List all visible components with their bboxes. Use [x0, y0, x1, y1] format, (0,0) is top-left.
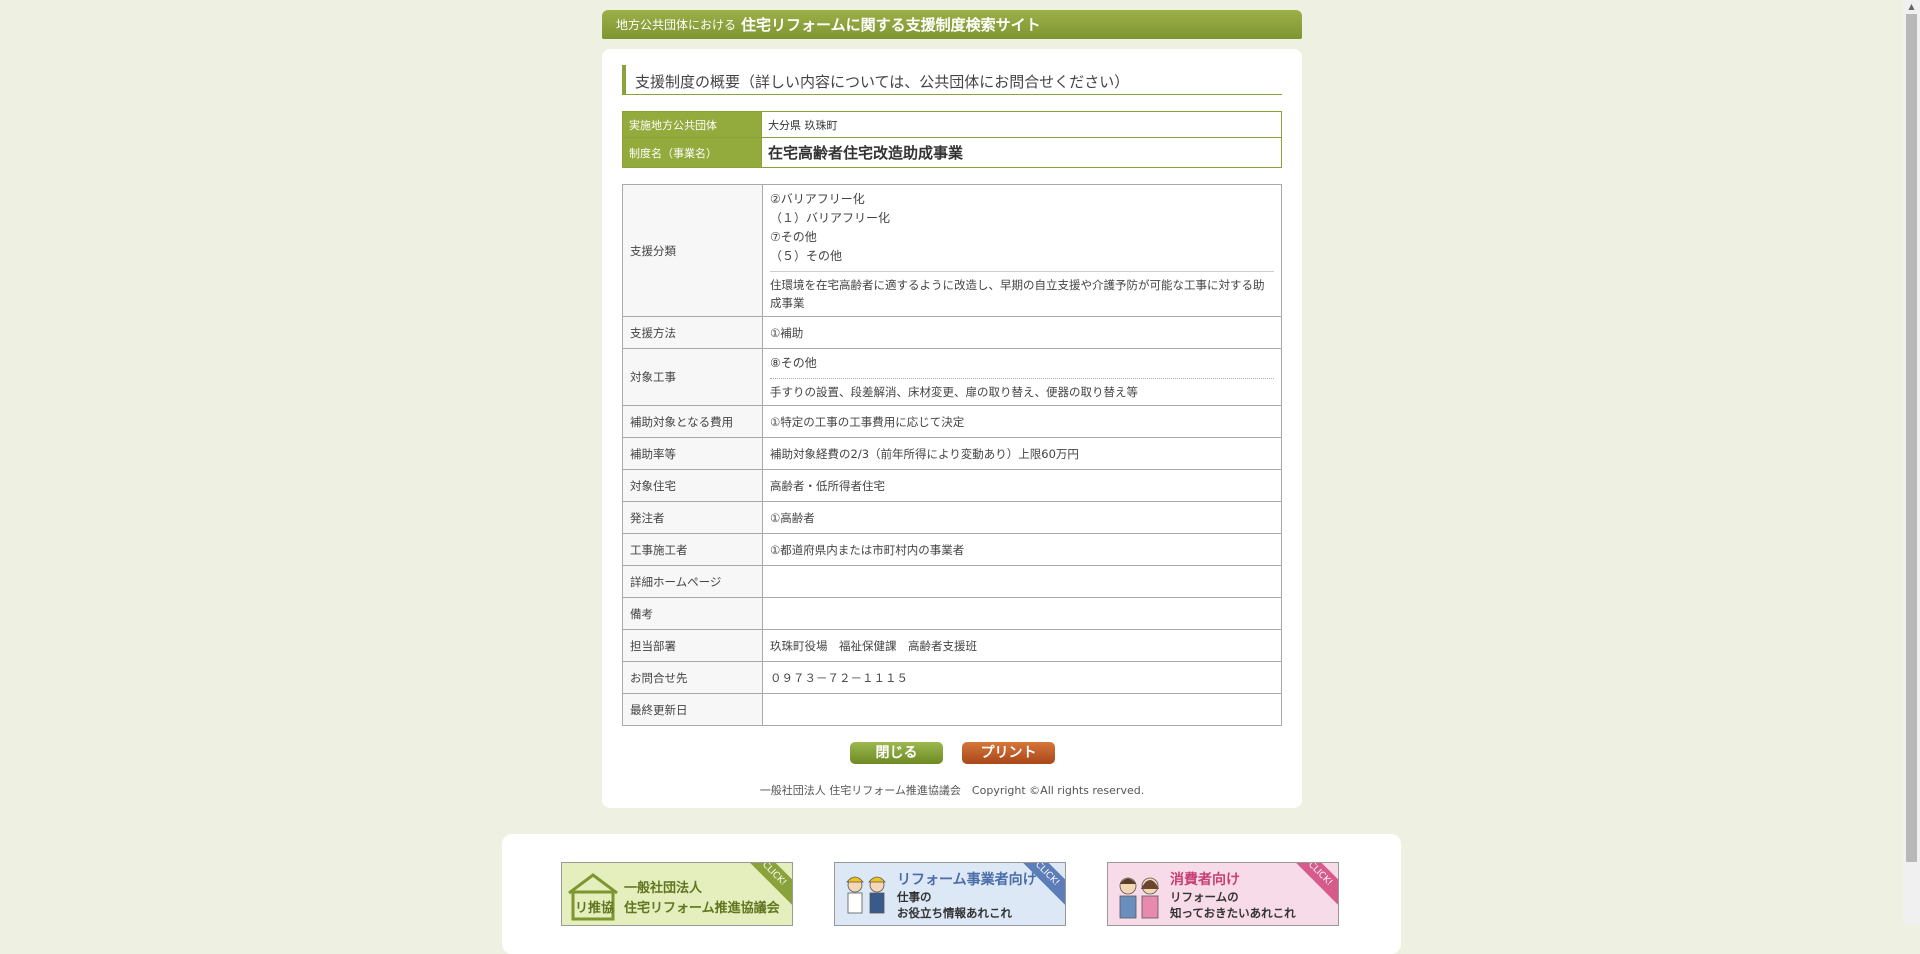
updated-label: 最終更新日 — [622, 693, 763, 726]
orderer-label: 発注者 — [622, 501, 763, 534]
divider — [770, 377, 1274, 379]
contractor-value: ①都道府県内または市町村内の事業者 — [762, 533, 1282, 566]
main-panel: 支援制度の概要（詳しい内容については、公共団体にお問合せください） 実施地方公共… — [602, 49, 1302, 808]
family-illustration — [1119, 877, 1159, 919]
footer-banners: CLICK! リ推協 一般社団法人 住宅リフォーム推進協議会 CLICK! リフ… — [502, 834, 1401, 954]
method-label: 支援方法 — [622, 316, 763, 349]
department-value: 玖珠町役場 福祉保健課 高齢者支援班 — [762, 629, 1282, 662]
housing-value: 高齢者・低所得者住宅 — [762, 469, 1282, 502]
works-label: 対象工事 — [622, 348, 763, 406]
association-name: 住宅リフォーム推進協議会 — [624, 901, 780, 916]
click-badge: CLICK! — [1285, 863, 1338, 909]
category-value: ②バリアフリー化 （１）バリアフリー化 ⑦その他 （５）その他 住環境を在宅高齢… — [762, 184, 1282, 317]
detail-row-rate: 補助率等 補助対象経費の2/3（前年所得により変動あり）上限60万円 — [622, 437, 1282, 470]
copyright: 一般社団法人 住宅リフォーム推進協議会 Copyright ©All right… — [759, 784, 1145, 797]
remarks-value — [762, 597, 1282, 630]
detail-row-method: 支援方法 ①補助 — [622, 316, 1282, 349]
remarks-label: 備考 — [622, 597, 763, 630]
program-name: 在宅高齢者住宅改造助成事業 — [761, 137, 1282, 168]
detail-row-category: 支援分類 ②バリアフリー化 （１）バリアフリー化 ⑦その他 （５）その他 住環境… — [622, 184, 1282, 317]
housing-label: 対象住宅 — [622, 469, 763, 502]
detail-row-updated: 最終更新日 — [622, 693, 1282, 726]
rate-label: 補助率等 — [622, 437, 763, 470]
category-line: ⑦その他 — [770, 229, 817, 244]
municipality-label: 実施地方公共団体 — [622, 111, 762, 138]
summary-row-municipality: 実施地方公共団体 大分県 玖珠町 — [622, 111, 1282, 138]
cost-label: 補助対象となる費用 — [622, 405, 763, 438]
summary-table: 実施地方公共団体 大分県 玖珠町 制度名（事業名） 在宅高齢者住宅改造助成事業 — [622, 111, 1282, 168]
contact-phone: ０９７３－７２－１１１５ — [762, 661, 1282, 694]
scroll-up-arrow-icon[interactable]: ▲ — [1903, 0, 1920, 14]
detail-table: 支援分類 ②バリアフリー化 （１）バリアフリー化 ⑦その他 （５）その他 住環境… — [622, 184, 1282, 726]
contractor-title: リフォーム事業者向け — [897, 872, 1037, 888]
association-org-type: 一般社団法人 — [624, 881, 703, 896]
program-label: 制度名（事業名） — [622, 137, 762, 168]
detail-row-contractor: 工事施工者 ①都道府県内または市町村内の事業者 — [622, 533, 1282, 566]
contractor-subtitle-2: お役立ち情報あれこれ — [897, 906, 1012, 920]
homepage-label: 詳細ホームページ — [622, 565, 763, 598]
consumer-subtitle-1: リフォームの — [1170, 890, 1239, 904]
site-header: 地方公共団体における 住宅リフォームに関する支援制度検索サイト — [602, 10, 1302, 39]
updated-value — [762, 693, 1282, 726]
works-type: ⑧その他 — [770, 355, 817, 370]
contractor-label: 工事施工者 — [622, 533, 763, 566]
print-button[interactable]: プリント — [962, 742, 1055, 764]
rate-value: 補助対象経費の2/3（前年所得により変動あり）上限60万円 — [762, 437, 1282, 470]
consumer-title: 消費者向け — [1170, 872, 1240, 888]
association-banner[interactable]: CLICK! リ推協 一般社団法人 住宅リフォーム推進協議会 — [561, 862, 793, 926]
association-logo: リ推協 — [566, 871, 620, 921]
category-line: ②バリアフリー化 — [770, 191, 865, 206]
detail-row-orderer: 発注者 ①高齢者 — [622, 501, 1282, 534]
works-value: ⑧その他 手すりの設置、段差解消、床材変更、扉の取り替え、便器の取り替え等 — [762, 348, 1282, 406]
contact-label: お問合せ先 — [622, 661, 763, 694]
workers-illustration — [846, 876, 886, 914]
divider — [770, 270, 1274, 272]
detail-row-cost: 補助対象となる費用 ①特定の工事の工事費用に応じて決定 — [622, 405, 1282, 438]
detail-row-contact: お問合せ先 ０９７３－７２－１１１５ — [622, 661, 1282, 694]
category-description: 住環境を在宅高齢者に適するように改造し、早期の自立支援や介護予防が可能な工事に対… — [770, 277, 1265, 310]
summary-row-program: 制度名（事業名） 在宅高齢者住宅改造助成事業 — [622, 137, 1282, 168]
orderer-value: ①高齢者 — [762, 501, 1282, 534]
detail-row-remarks: 備考 — [622, 597, 1282, 630]
category-line: （１）バリアフリー化 — [770, 210, 891, 225]
section-heading: 支援制度の概要（詳しい内容については、公共団体にお問合せください） — [622, 65, 1282, 95]
homepage-value — [762, 565, 1282, 598]
detail-row-department: 担当部署 玖珠町役場 福祉保健課 高齢者支援班 — [622, 629, 1282, 662]
works-note: 手すりの設置、段差解消、床材変更、扉の取り替え、便器の取り替え等 — [770, 384, 1138, 399]
method-value: ①補助 — [762, 316, 1282, 349]
department-label: 担当部署 — [622, 629, 763, 662]
scroll-thumb[interactable] — [1906, 14, 1917, 862]
contractor-banner[interactable]: CLICK! リフォーム事業者向け 仕事の お役立ち情報あれこれ — [834, 862, 1066, 926]
detail-row-works: 対象工事 ⑧その他 手すりの設置、段差解消、床材変更、扉の取り替え、便器の取り替… — [622, 348, 1282, 406]
vertical-scrollbar[interactable]: ▲ — [1903, 0, 1920, 925]
category-line: （５）その他 — [770, 248, 843, 263]
consumer-banner[interactable]: CLICK! 消費者向け リフォームの 知っておきたいあれこれ — [1107, 862, 1339, 926]
site-title: 住宅リフォームに関する支援制度検索サイト — [741, 16, 1041, 34]
detail-row-housing: 対象住宅 高齢者・低所得者住宅 — [622, 469, 1282, 502]
category-label: 支援分類 — [622, 184, 763, 317]
association-logo-text: リ推協 — [575, 901, 615, 916]
cost-value: ①特定の工事の工事費用に応じて決定 — [762, 405, 1282, 438]
municipality-value: 大分県 玖珠町 — [761, 111, 1282, 138]
consumer-subtitle-2: 知っておきたいあれこれ — [1170, 906, 1296, 920]
detail-row-homepage: 詳細ホームページ — [622, 565, 1282, 598]
contractor-subtitle-1: 仕事の — [897, 890, 932, 904]
close-button[interactable]: 閉じる — [850, 742, 943, 764]
site-header-prefix: 地方公共団体における — [616, 18, 737, 32]
